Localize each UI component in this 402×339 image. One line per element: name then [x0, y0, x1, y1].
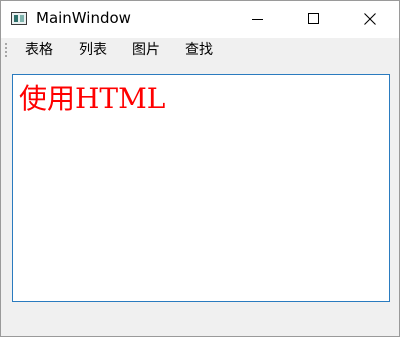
editor-rich-text: 使用HTML: [19, 82, 166, 115]
main-window: MainWindow 表格 列表 图片 查找 使用HTML: [0, 0, 400, 337]
minimize-icon: [252, 19, 263, 20]
close-icon: [364, 13, 376, 25]
maximize-button[interactable]: [290, 1, 336, 38]
app-icon-pane-left: [14, 15, 18, 22]
menu-item-table[interactable]: 表格: [23, 41, 55, 59]
maximize-icon: [308, 13, 319, 24]
app-icon-pane-right: [20, 15, 24, 22]
window-app-icon[interactable]: [11, 12, 27, 25]
text-edit-area[interactable]: 使用HTML: [12, 74, 390, 302]
close-button[interactable]: [346, 1, 392, 38]
window-title: MainWindow: [36, 9, 131, 27]
menu-item-find[interactable]: 查找: [183, 41, 215, 59]
menu-item-list[interactable]: 列表: [77, 41, 109, 59]
menu-bar: 表格 列表 图片 查找: [1, 38, 399, 62]
toolbar-grip-icon[interactable]: [5, 42, 7, 58]
title-bar[interactable]: MainWindow: [1, 1, 399, 38]
minimize-button[interactable]: [234, 1, 280, 38]
menu-item-image[interactable]: 图片: [130, 41, 162, 59]
